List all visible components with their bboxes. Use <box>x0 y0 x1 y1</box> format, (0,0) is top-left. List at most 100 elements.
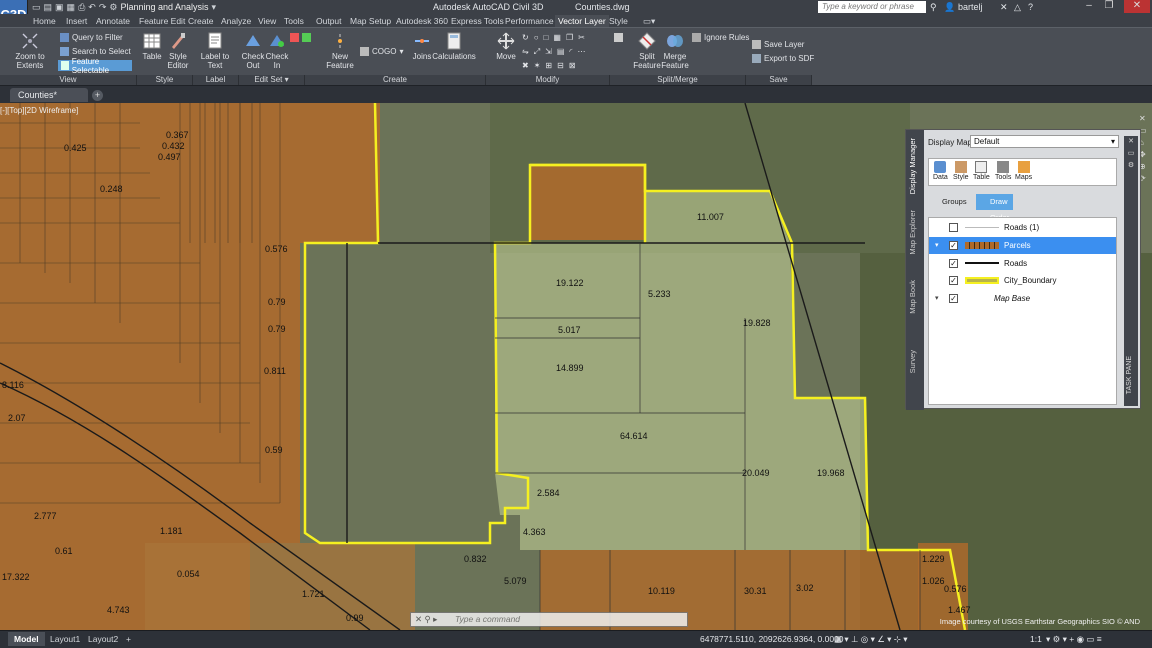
display-map-select[interactable]: Default ▾ <box>970 135 1119 148</box>
table-button[interactable]: Table <box>140 32 164 61</box>
undo-icon[interactable]: ↶ <box>88 2 96 13</box>
split-merge-tool[interactable] <box>614 32 623 43</box>
help-icon[interactable]: ? <box>1028 2 1033 12</box>
feature-selectable-toggle[interactable]: Feature Selectable <box>58 57 132 75</box>
tab-insert[interactable]: Insert <box>63 15 90 27</box>
tab-map-setup[interactable]: Map Setup <box>347 15 394 27</box>
style-button[interactable]: Style <box>953 161 969 181</box>
restore-button[interactable]: ❐ <box>1100 0 1118 13</box>
tab-layout1[interactable]: Layout1 <box>44 632 86 646</box>
status-toggles[interactable]: ▦ ▾ ⊥ ◎ ▾ ∠ ▾ ⊹ ▾ <box>834 633 908 646</box>
save-icon[interactable]: ▣ <box>55 2 64 13</box>
doc-tab-counties[interactable]: Counties* <box>10 88 88 102</box>
layer-visibility-checkbox[interactable]: ✓ <box>949 294 958 303</box>
calculations-button[interactable]: Calculations <box>432 32 476 61</box>
workspace-selector[interactable]: Planning and Analysis <box>120 2 208 12</box>
tab-express-tools[interactable]: Express Tools <box>448 15 507 27</box>
tools-button[interactable]: Tools <box>995 161 1011 181</box>
layer-visibility-checkbox[interactable]: ✓ <box>949 259 958 268</box>
tab-tools[interactable]: Tools <box>281 15 307 27</box>
viewport-label[interactable]: [-][Top][2D Wireframe] <box>0 106 78 115</box>
edit-set-group-label[interactable]: Edit Set ▾ <box>239 75 305 85</box>
status-tools[interactable]: ▾ ⚙ ▾ + ◉ ▭ ≡ <box>1046 633 1102 646</box>
layer-visibility-checkbox[interactable] <box>949 223 958 232</box>
redo-icon[interactable]: ↷ <box>99 2 107 13</box>
layer-row-parcels[interactable]: ▾ ✓ Parcels <box>929 237 1116 254</box>
split-merge-group-label: Split/Merge <box>610 75 746 85</box>
exchange-icon[interactable]: ✕ <box>1000 2 1008 13</box>
tab-home[interactable]: Home <box>30 15 59 27</box>
command-line-input[interactable]: ✕ ⚲ ▸ Type a command <box>410 612 688 627</box>
layer-row-city-boundary[interactable]: ✓ City_Boundary <box>929 272 1116 289</box>
user-name[interactable]: bartelj <box>958 2 983 12</box>
groups-tab[interactable]: Groups <box>928 194 971 210</box>
maps-button[interactable]: Maps <box>1015 161 1032 181</box>
open-icon[interactable]: ▤ <box>44 2 53 13</box>
tab-autodesk-360[interactable]: Autodesk 360 <box>393 15 451 27</box>
expand-icon[interactable]: ▾ <box>935 294 939 302</box>
save-layer-button[interactable]: Save Layer <box>752 39 804 50</box>
search-input[interactable]: Type a keyword or phrase <box>818 1 926 13</box>
connect-icon[interactable]: △ <box>1014 2 1021 13</box>
print-icon[interactable]: ⎙ <box>78 2 85 13</box>
close-button[interactable]: ✕ <box>1124 0 1150 13</box>
draw-order-tab[interactable]: Draw Order <box>976 194 1014 222</box>
tab-map-book[interactable]: Map Book <box>908 280 917 314</box>
table-button[interactable]: Table <box>973 161 990 181</box>
coordinates-readout[interactable]: 6478771.5110, 2092626.9364, 0.0000 <box>700 633 844 646</box>
check-out-button[interactable]: Check Out <box>242 32 264 70</box>
export-to-sdf-button[interactable]: Export to SDF <box>752 53 814 64</box>
move-button[interactable]: Move <box>494 32 518 61</box>
tab-create[interactable]: Create <box>185 15 217 27</box>
layer-row-map-base[interactable]: ▾ ✓ Map Base <box>929 290 1116 307</box>
search-to-select-button[interactable]: Search to Select <box>60 46 131 57</box>
modify-tools-row-2[interactable]: ⇋ ⤢ ⇲ ▤ ◜ ⋯ <box>522 46 585 57</box>
parcel-label: 5.233 <box>648 289 671 299</box>
layer-visibility-checkbox[interactable]: ✓ <box>949 276 958 285</box>
joins-button[interactable]: Joins <box>410 32 434 61</box>
saveas-icon[interactable]: ▦ <box>67 2 76 13</box>
tab-view[interactable]: View <box>255 15 279 27</box>
signin-icon[interactable]: 👤 <box>944 2 955 13</box>
ribbon-minimize-icon[interactable]: ▭▾ <box>640 15 658 27</box>
tab-feature-edit[interactable]: Feature Edit <box>136 15 188 27</box>
check-in-button[interactable]: Check In <box>266 32 288 70</box>
tab-vector-layer[interactable]: Vector Layer <box>555 15 609 27</box>
new-feature-button[interactable]: New Feature <box>326 32 354 70</box>
tab-analyze[interactable]: Analyze <box>218 15 254 27</box>
merge-feature-button[interactable]: Merge Feature <box>660 32 690 70</box>
annotation-scale[interactable]: 1:1 <box>1030 633 1042 646</box>
new-doc-tab-button[interactable]: + <box>92 90 103 101</box>
ignore-rules-button[interactable]: Ignore Rules <box>692 32 749 43</box>
new-icon[interactable]: ▭ <box>32 2 41 13</box>
query-to-filter-button[interactable]: Query to Filter <box>60 32 123 43</box>
expand-icon[interactable]: ▾ <box>935 241 939 249</box>
layer-visibility-checkbox[interactable]: ✓ <box>949 241 958 250</box>
tab-style[interactable]: Style <box>606 15 631 27</box>
data-button[interactable]: Data <box>933 161 948 181</box>
tab-layout2[interactable]: Layout2 <box>82 632 124 646</box>
chevron-down-icon[interactable]: ▾ <box>212 2 217 13</box>
label-to-text-button[interactable]: Label to Text <box>199 32 231 70</box>
layer-row-roads[interactable]: ✓ Roads <box>929 255 1116 272</box>
cogo-button[interactable]: COGO ▾ <box>360 46 403 57</box>
zoom-to-extents-button[interactable]: Zoom to Extents <box>4 32 56 70</box>
minimize-button[interactable]: – <box>1080 0 1098 13</box>
modify-tools-row-1[interactable]: ↻ ○ □ ▦ ❐ ✂ <box>522 32 585 43</box>
tab-annotate[interactable]: Annotate <box>93 15 133 27</box>
workspace-gear-icon[interactable]: ⚙ <box>109 2 117 13</box>
pane-controls[interactable]: ✕ ▭ ⚙ <box>1124 136 1138 172</box>
add-layout-button[interactable]: + <box>120 632 137 646</box>
tab-survey[interactable]: Survey <box>908 350 917 373</box>
tab-model[interactable]: Model <box>8 632 45 646</box>
split-feature-button[interactable]: Split Feature <box>632 32 662 70</box>
style-editor-button[interactable]: Style Editor <box>165 32 191 70</box>
tab-display-manager[interactable]: Display Manager <box>908 138 917 194</box>
tab-output[interactable]: Output <box>313 15 345 27</box>
tab-performance[interactable]: Performance <box>502 15 557 27</box>
modify-tools-row-3[interactable]: ✖ ✶ ⊞ ⊟ ⊠ <box>522 60 576 71</box>
tab-map-explorer[interactable]: Map Explorer <box>908 210 917 255</box>
search-icon[interactable]: ⚲ <box>930 2 937 13</box>
edit-set-tools[interactable] <box>290 32 311 43</box>
layer-row-roads-1[interactable]: Roads (1) <box>929 219 1116 236</box>
